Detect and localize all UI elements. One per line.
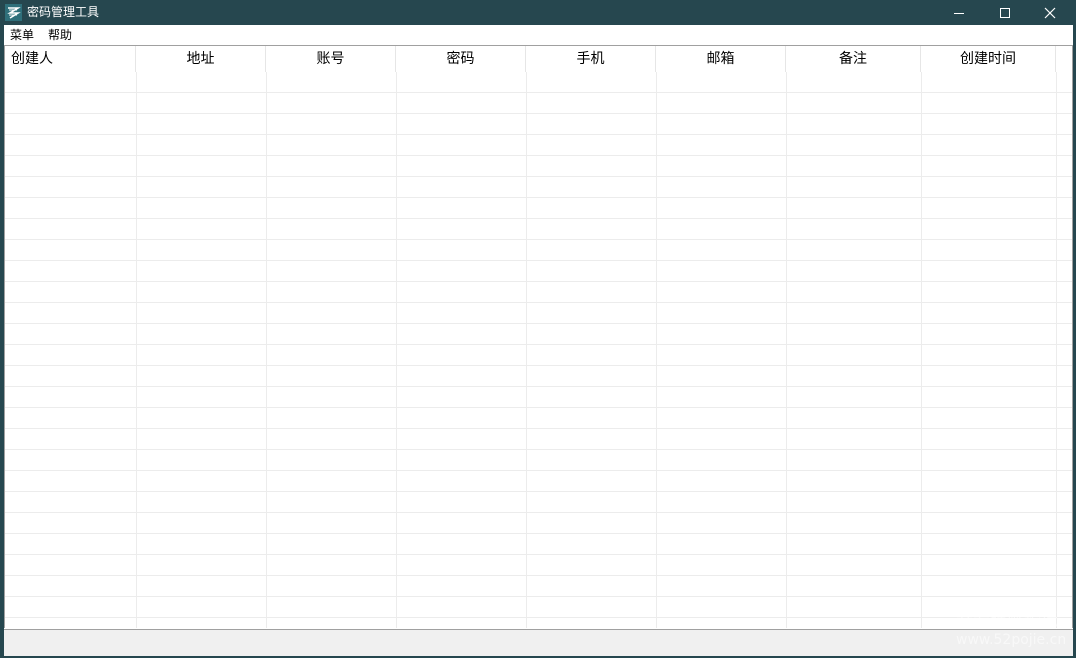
watermark-url: www.52pojie.cn — [956, 632, 1067, 648]
status-bar — [4, 629, 1073, 656]
app-logo-icon — [5, 4, 22, 21]
column-header-email[interactable]: 邮箱 — [656, 46, 786, 72]
client-area: 菜单 帮助 创建人 地址 账号 密码 手机 邮箱 备注 创建时间 — [4, 25, 1073, 656]
minimize-button[interactable] — [936, 0, 982, 25]
column-header-creator[interactable]: 创建人 — [5, 46, 136, 72]
column-divider — [266, 72, 267, 628]
title-bar[interactable]: 密码管理工具 — [0, 0, 1076, 25]
menu-item-help[interactable]: 帮助 — [48, 28, 72, 42]
watermark-text: 吾爱破解论坛 — [956, 610, 1058, 630]
minimize-icon — [954, 12, 964, 14]
close-button[interactable] — [1027, 0, 1073, 25]
menu-item-menu[interactable]: 菜单 — [10, 28, 34, 42]
column-header-account[interactable]: 账号 — [266, 46, 396, 72]
column-divider — [921, 72, 922, 628]
column-divider — [1056, 72, 1057, 628]
maximize-icon — [1000, 7, 1010, 18]
column-header-address[interactable]: 地址 — [136, 46, 266, 72]
column-header-phone[interactable]: 手机 — [526, 46, 656, 72]
column-header-created-time[interactable]: 创建时间 — [921, 46, 1056, 72]
app-window: 密码管理工具 菜单 帮助 创建人 地址 账号 密码 手机 邮箱 备注 创建时间 … — [0, 0, 1076, 658]
table-body[interactable] — [5, 72, 1072, 628]
window-title: 密码管理工具 — [27, 5, 100, 19]
column-divider — [786, 72, 787, 628]
column-divider — [526, 72, 527, 628]
column-divider — [656, 72, 657, 628]
menu-bar: 菜单 帮助 — [4, 25, 1073, 46]
column-header-password[interactable]: 密码 — [396, 46, 526, 72]
column-header-remark[interactable]: 备注 — [786, 46, 921, 72]
maximize-button[interactable] — [982, 0, 1028, 25]
table-header: 创建人 地址 账号 密码 手机 邮箱 备注 创建时间 — [5, 46, 1072, 72]
password-table[interactable]: 创建人 地址 账号 密码 手机 邮箱 备注 创建时间 — [4, 46, 1073, 628]
column-divider — [136, 72, 137, 628]
close-icon — [1044, 7, 1056, 18]
column-divider — [396, 72, 397, 628]
